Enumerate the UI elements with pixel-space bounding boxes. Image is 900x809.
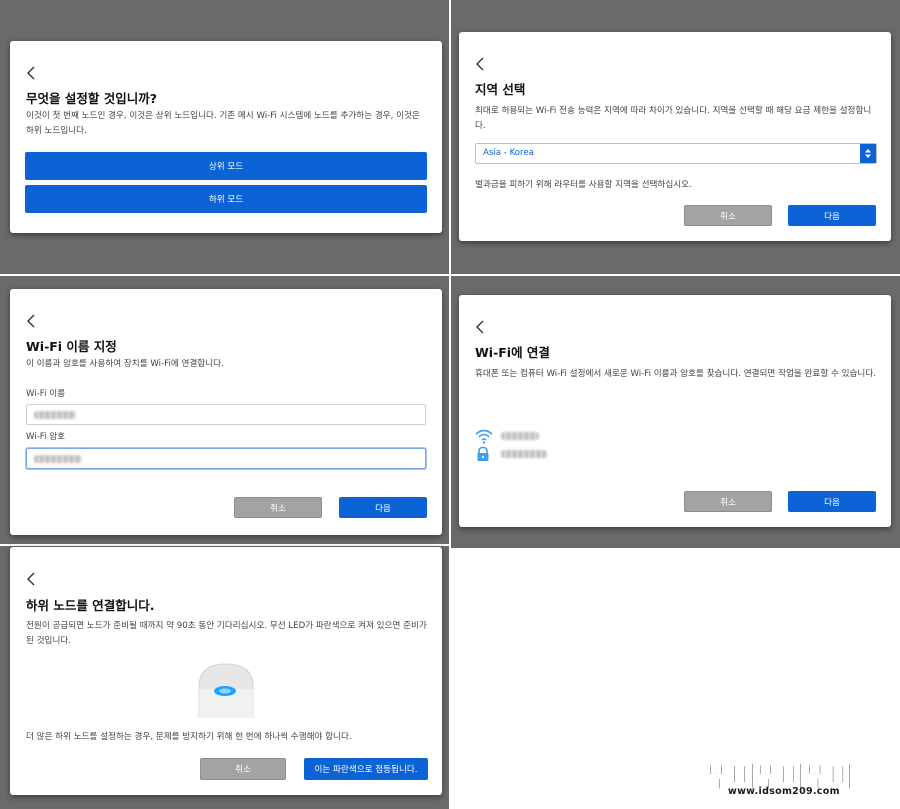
watermark-url: www.idsom209.com [728,786,840,797]
setup-note: 더 많은 하위 노드를 설정하는 경우, 문제를 방지하기 위해 한 번에 하나… [26,732,352,742]
dialog-title: 하위 노드를 연결합니다. [26,598,155,613]
next-button[interactable]: 다음 [339,497,427,518]
wifi-icon [475,428,493,444]
wifi-password-field[interactable] [26,448,426,469]
dialog-title: Wi-Fi 이름 지정 [26,339,117,354]
wifi-connect-dialog: Wi-Fi에 연결 휴대폰 또는 컴퓨터 Wi-Fi 설정에서 새로운 Wi-F… [459,295,891,527]
lock-icon [475,446,491,462]
wifi-name-field[interactable] [26,404,426,425]
dialog-title: 지역 선택 [475,82,526,97]
wifi-name-label: Wi-Fi 이름 [26,389,66,399]
wifi-password-label: Wi-Fi 암호 [26,432,66,442]
dialog-description: 이것이 첫 번째 노드인 경우, 이것은 상위 노드입니다. 기존 메시 Wi-… [26,111,420,136]
cancel-button[interactable]: 취소 [684,491,772,512]
next-button[interactable]: 다음 [788,491,876,512]
region-selected-value: Asia - Korea [483,148,534,158]
child-node-dialog: 하위 노드를 연결합니다. 전원이 공급되면 노드가 준비될 때까지 약 90초… [10,547,442,795]
dialog-title: Wi-Fi에 연결 [475,345,550,360]
led-confirm-button[interactable]: 이는 파란색으로 점등됩니다. [304,758,428,780]
mode-select-dialog: 무엇을 설정할 것입니까? 이것이 첫 번째 노드인 경우, 이것은 상위 노드… [10,41,442,233]
site-watermark: 뚜비뚜바뚜바 www.idsom209.com [705,754,892,802]
cancel-button[interactable]: 취소 [684,205,772,226]
dialog-description: 최대로 허용되는 Wi-Fi 전송 능력은 지역에 따라 차이가 있습니다. 지… [475,106,872,131]
dialog-description: 이 이름과 암호를 사용하여 장치를 Wi-Fi에 연결합니다. [26,359,224,369]
dialog-description: 전원이 공급되면 노드가 준비될 때까지 약 90초 동안 기다리십시오. 무선… [26,621,427,646]
obscured-value [34,455,82,463]
cancel-button[interactable]: 취소 [200,758,286,780]
obscured-value [501,450,547,458]
back-arrow-icon[interactable] [26,66,38,80]
dialog-title: 무엇을 설정할 것입니까? [26,91,157,106]
obscured-value [501,432,539,440]
child-mode-button[interactable]: 하위 모드 [25,185,427,213]
dialog-description: 휴대폰 또는 컴퓨터 Wi-Fi 설정에서 새로운 Wi-Fi 이름과 암호를 … [475,369,876,379]
dropdown-arrows-icon[interactable] [860,144,876,163]
wifi-password-row [475,446,675,462]
back-arrow-icon[interactable] [475,57,487,71]
back-arrow-icon[interactable] [475,320,487,334]
region-select-dialog: 지역 선택 최대로 허용되는 Wi-Fi 전송 능력은 지역에 따라 차이가 있… [459,32,891,241]
back-arrow-icon[interactable] [26,572,38,586]
next-button[interactable]: 다음 [788,205,876,226]
wifi-name-row [475,428,675,444]
node-device-illustration [198,663,254,719]
parent-mode-button[interactable]: 상위 모드 [25,152,427,180]
region-dropdown[interactable]: Asia - Korea [475,143,877,164]
region-note: 벌과금을 피하기 위해 라우터를 사용할 지역을 선택하십시오. [475,180,692,190]
obscured-value [34,411,76,419]
back-arrow-icon[interactable] [26,314,38,328]
wifi-name-dialog: Wi-Fi 이름 지정 이 이름과 암호를 사용하여 장치를 Wi-Fi에 연결… [10,289,442,535]
cancel-button[interactable]: 취소 [234,497,322,518]
